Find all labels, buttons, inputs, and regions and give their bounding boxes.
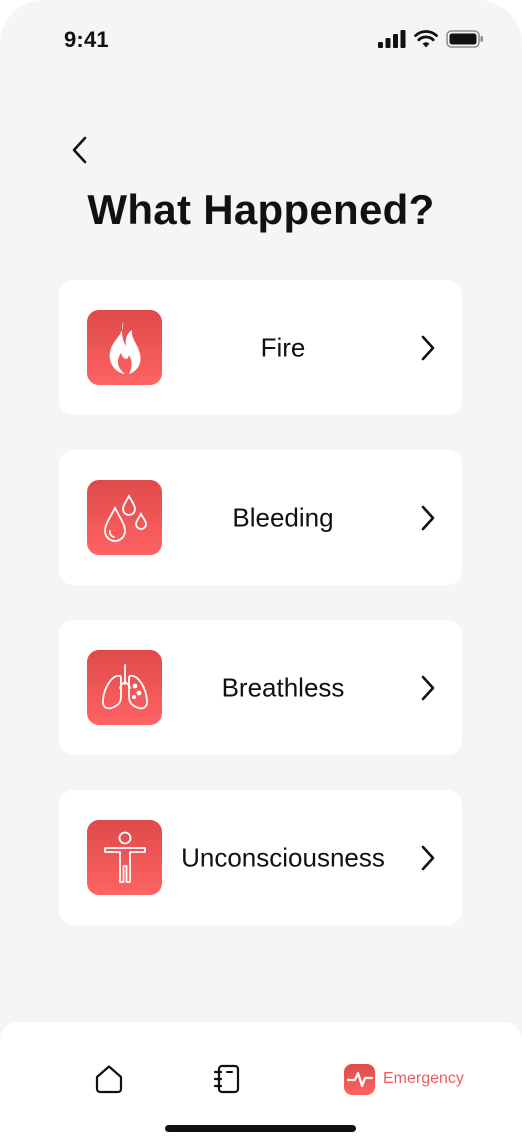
option-label: Unconsciousness (181, 842, 385, 872)
back-button[interactable] (64, 134, 96, 166)
chevron-right-icon (421, 505, 435, 530)
bottom-tab-bar: Emergency (0, 1022, 522, 1148)
tab-notes[interactable] (212, 1062, 242, 1096)
option-icon-tile (87, 480, 162, 555)
option-label: Breathless (221, 672, 345, 702)
status-bar: 9:41 (0, 0, 522, 80)
chevron-right-icon (421, 335, 435, 360)
app-screen: 9:41 What Happened? Fire Bleeding Breath… (0, 0, 522, 1148)
home-icon (95, 1065, 123, 1094)
tab-emergency-label: Emergency (383, 1070, 464, 1087)
option-icon-tile (87, 820, 162, 895)
chevron-right-icon (421, 675, 435, 700)
person-icon (103, 831, 146, 883)
page-title: What Happened? (87, 186, 435, 233)
option-label: Fire (260, 332, 306, 362)
fire-icon (109, 321, 141, 374)
emergency-badge (344, 1063, 375, 1095)
blood-drops-icon (103, 493, 147, 542)
option-card-bleeding[interactable]: Bleeding (59, 450, 462, 585)
option-icon-tile (87, 650, 162, 725)
option-card-fire[interactable]: Fire (59, 280, 462, 415)
wifi-icon (414, 30, 438, 48)
heartbeat-icon (346, 1071, 373, 1088)
chevron-right-icon (421, 845, 435, 870)
home-indicator (165, 1125, 356, 1132)
option-icon-tile (87, 310, 162, 385)
status-icons (378, 30, 484, 48)
option-label: Bleeding (232, 502, 334, 532)
lungs-icon (101, 663, 148, 709)
status-time: 9:41 (64, 27, 109, 52)
tab-home[interactable] (93, 1062, 125, 1096)
option-card-unconsciousness[interactable]: Unconsciousness (59, 790, 462, 925)
tab-emergency[interactable]: Emergency (344, 1062, 464, 1096)
option-card-breathless[interactable]: Breathless (59, 620, 462, 755)
battery-icon (446, 30, 483, 48)
notebook-icon (213, 1064, 240, 1094)
chevron-left-icon (72, 136, 87, 164)
cellular-signal-icon (378, 30, 406, 48)
